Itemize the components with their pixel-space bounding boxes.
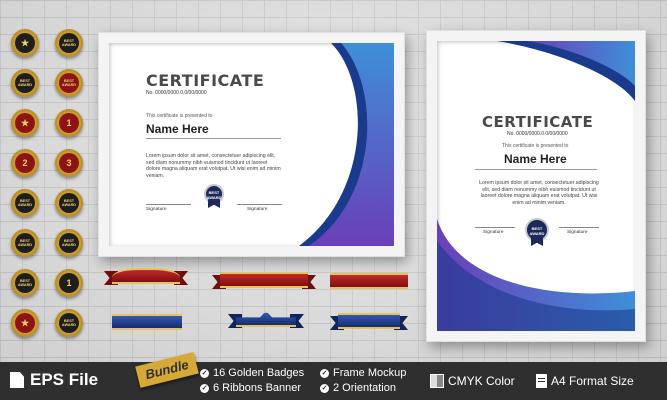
award-seal: BEST AWARD <box>525 218 549 246</box>
document-icon <box>536 374 547 388</box>
badge-face: BEST AWARD <box>15 193 35 213</box>
award-badge: BEST AWARD <box>11 229 39 257</box>
badge-face: 2 <box>15 153 35 173</box>
feature-badges: ✓ 16 Golden Badges <box>200 367 304 379</box>
award-badge: ★ <box>11 109 39 137</box>
feature-frame: ✓ Frame Mockup <box>320 367 406 379</box>
signature-line-left <box>146 204 191 205</box>
presented-to-text: This certificate is presented to <box>146 113 213 119</box>
award-badge: BEST AWARD <box>11 69 39 97</box>
badge-face: ★ <box>15 113 35 133</box>
certificate-title: CERTIFICATE <box>146 71 265 90</box>
ribbon-red-curved <box>104 268 188 285</box>
award-badge: BEST AWARD <box>55 189 83 217</box>
signature-label-right: Signature <box>247 207 268 212</box>
badge-face: BEST AWARD <box>59 193 79 213</box>
seal-text-2: AWARD <box>529 231 545 236</box>
award-badge: 1 <box>55 109 83 137</box>
signature-label-right: Signature <box>567 230 588 235</box>
portrait-certificate: CERTIFICATE No. 0000/0000.0.0/00/0000 Th… <box>437 41 635 331</box>
check-icon: ✓ <box>200 383 209 393</box>
eps-file-label: EPS File <box>10 370 98 390</box>
award-badge: BEST AWARD <box>55 69 83 97</box>
signature-line-right <box>237 204 282 205</box>
badge-face: BEST AWARD <box>59 73 79 93</box>
award-badge: 2 <box>11 149 39 177</box>
badge-face: BEST AWARD <box>15 273 35 293</box>
cmyk-label: CMYK Color <box>430 374 515 388</box>
badge-face: ★ <box>15 33 35 53</box>
check-icon: ✓ <box>320 383 329 393</box>
award-badge: ★ <box>11 309 39 337</box>
file-icon <box>10 372 24 388</box>
ribbon-red-wavy <box>212 272 316 289</box>
feature-text: 6 Ribbons Banner <box>213 382 302 394</box>
signature-line-left <box>475 227 515 228</box>
badge-face: 3 <box>59 153 79 173</box>
badge-face: BEST AWARD <box>59 33 79 53</box>
name-underline <box>146 138 281 139</box>
signature-label-left: Signature <box>483 230 504 235</box>
signature-line-right <box>559 227 599 228</box>
badge-face: 1 <box>59 273 79 293</box>
feature-orientation: ✓ 2 Orientation <box>320 382 396 394</box>
badge-face: 1 <box>59 113 79 133</box>
award-badge: 3 <box>55 149 83 177</box>
award-badge: BEST AWARD <box>11 189 39 217</box>
badge-face: BEST AWARD <box>59 233 79 253</box>
check-icon: ✓ <box>320 368 329 378</box>
feature-ribbons: ✓ 6 Ribbons Banner <box>200 382 301 394</box>
name-underline <box>475 169 597 170</box>
landscape-frame: CERTIFICATE No. 0000/0000.0.0/00/0000 Th… <box>98 32 405 257</box>
a4-label: A4 Format Size <box>536 374 634 388</box>
cmyk-text: CMYK Color <box>448 374 515 388</box>
ribbon-blue-wide <box>330 313 408 330</box>
award-badge: 1 <box>55 269 83 297</box>
ribbon-blue-peaked <box>228 311 304 328</box>
badge-face: BEST AWARD <box>15 73 35 93</box>
presented-to-text: This certificate is presented to <box>502 143 569 149</box>
seal-text-2: AWARD <box>206 195 222 200</box>
recipient-name: Name Here <box>504 152 567 166</box>
footer-bar: EPS File ✓ 16 Golden Badges ✓ 6 Ribbons … <box>0 362 667 400</box>
ribbon-red-flat <box>330 273 408 289</box>
feature-text: 16 Golden Badges <box>213 367 305 379</box>
landscape-certificate: CERTIFICATE No. 0000/0000.0.0/00/0000 Th… <box>109 43 394 246</box>
portrait-frame: CERTIFICATE No. 0000/0000.0.0/00/0000 Th… <box>426 30 646 342</box>
award-seal: BEST AWARD <box>204 184 224 208</box>
certificate-body: Lorem ipsum dolor sit amet, consectetuer… <box>146 153 281 179</box>
award-badge: BEST AWARD <box>55 29 83 57</box>
cmyk-icon <box>430 374 444 388</box>
certificate-title: CERTIFICATE <box>482 113 594 131</box>
ribbon-blue-flat <box>112 314 182 330</box>
check-icon: ✓ <box>200 368 209 378</box>
award-badge: ★ <box>11 29 39 57</box>
badge-face: BEST AWARD <box>59 313 79 333</box>
certificate-body: Lorem ipsum dolor sit amet, consectetuer… <box>479 180 599 206</box>
badge-face: BEST AWARD <box>15 233 35 253</box>
feature-text: Frame Mockup <box>333 367 407 379</box>
award-badge: BEST AWARD <box>11 269 39 297</box>
a4-text: A4 Format Size <box>551 374 634 388</box>
certificate-number: No. 0000/0000.0.0/00/0000 <box>146 90 207 96</box>
recipient-name: Name Here <box>146 122 209 136</box>
certificate-number: No. 0000/0000.0.0/00/0000 <box>507 131 568 137</box>
award-badge: BEST AWARD <box>55 309 83 337</box>
badge-face: ★ <box>15 313 35 333</box>
feature-text: 2 Orientation <box>333 382 396 394</box>
signature-label-left: Signature <box>146 207 167 212</box>
award-badge: BEST AWARD <box>55 229 83 257</box>
format-text: EPS File <box>30 370 99 389</box>
